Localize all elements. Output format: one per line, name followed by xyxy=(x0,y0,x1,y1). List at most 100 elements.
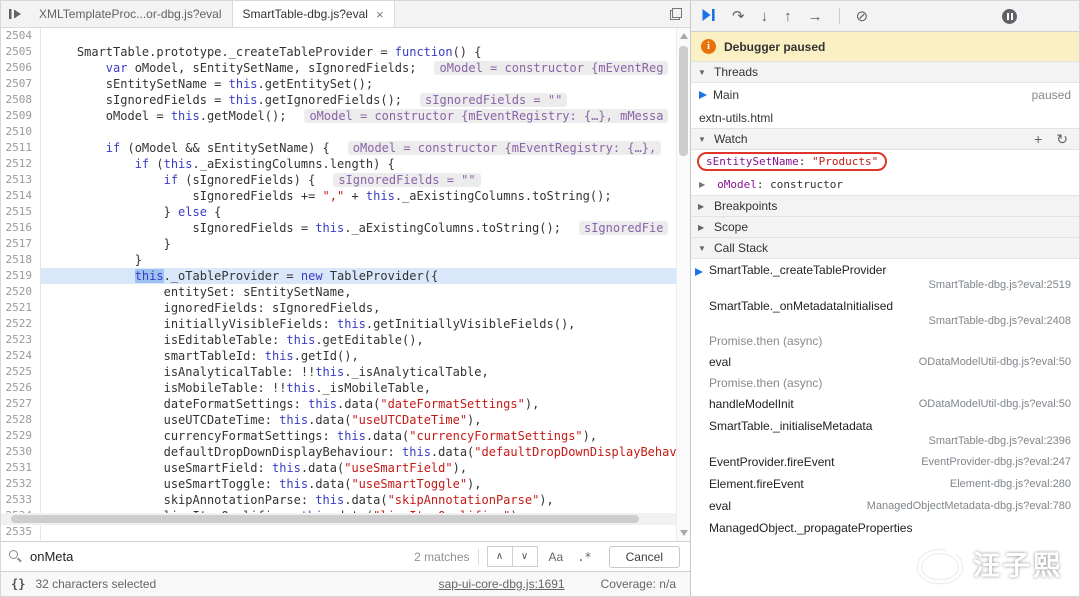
code-line[interactable]: 2513 if (sIgnoredFields) {sIgnoredFields… xyxy=(1,172,676,188)
code-line[interactable]: 2514 sIgnoredFields += "," + this._aExis… xyxy=(1,188,676,204)
step-out-button[interactable]: ↑ xyxy=(784,9,792,24)
resume-button[interactable] xyxy=(701,8,716,25)
code-line[interactable]: 2515 } else { xyxy=(1,204,676,220)
code-line[interactable]: 2523 isEditableTable: this.getEditable()… xyxy=(1,332,676,348)
horizontal-scroll-thumb[interactable] xyxy=(11,515,639,523)
call-stack-frame[interactable]: evalManagedObjectMetadata-dbg.js?eval:78… xyxy=(691,495,1079,517)
line-number[interactable]: 2531 xyxy=(1,460,41,476)
previous-match-button[interactable]: ∧ xyxy=(487,546,513,567)
scope-section-header[interactable]: ▶ Scope xyxy=(691,216,1079,238)
threads-section-header[interactable]: ▼ Threads xyxy=(691,61,1079,83)
line-number[interactable]: 2519 xyxy=(1,268,41,284)
code-line[interactable]: 2532 useSmartToggle: this.data("useSmart… xyxy=(1,476,676,492)
code-line[interactable]: 2535 xyxy=(1,524,676,540)
code-line[interactable]: 2529 currencyFormatSettings: this.data("… xyxy=(1,428,676,444)
line-number[interactable]: 2506 xyxy=(1,60,41,76)
line-number[interactable]: 2507 xyxy=(1,76,41,92)
code-editor[interactable]: 25042505 SmartTable.prototype._createTab… xyxy=(1,28,690,541)
code-line[interactable]: 2504 xyxy=(1,28,676,44)
line-number[interactable]: 2532 xyxy=(1,476,41,492)
line-number[interactable]: 2517 xyxy=(1,236,41,252)
tab-smarttable[interactable]: SmartTable-dbg.js?eval × xyxy=(233,1,395,27)
call-stack-frame[interactable]: handleModelInitODataModelUtil-dbg.js?eva… xyxy=(691,393,1079,415)
line-number[interactable]: 2524 xyxy=(1,348,41,364)
line-number[interactable]: 2523 xyxy=(1,332,41,348)
code-line[interactable]: 2522 initiallyVisibleFields: this.getIni… xyxy=(1,316,676,332)
vertical-scrollbar[interactable] xyxy=(676,28,690,541)
regex-toggle[interactable]: .* xyxy=(574,550,594,564)
line-number[interactable]: 2525 xyxy=(1,364,41,380)
line-number[interactable]: 2508 xyxy=(1,92,41,108)
code-line[interactable]: 2508 sIgnoredFields = this.getIgnoredFie… xyxy=(1,92,676,108)
code-line[interactable]: 2531 useSmartField: this.data("useSmartF… xyxy=(1,460,676,476)
code-line[interactable]: 2517 } xyxy=(1,236,676,252)
add-watch-expression-button[interactable]: + xyxy=(1030,132,1046,146)
tab-xmltemplateprocessor[interactable]: XMLTemplateProc...or-dbg.js?eval xyxy=(29,1,233,27)
match-case-toggle[interactable]: Aa xyxy=(546,550,567,564)
call-stack-frame[interactable]: evalODataModelUtil-dbg.js?eval:50 xyxy=(691,351,1079,373)
line-number[interactable]: 2514 xyxy=(1,188,41,204)
deactivate-breakpoints-button[interactable]: ⊘ xyxy=(856,9,869,24)
line-number[interactable]: 2529 xyxy=(1,428,41,444)
watch-expression[interactable]: sEntitySetName: "Products" xyxy=(691,150,1079,173)
line-number[interactable]: 2527 xyxy=(1,396,41,412)
code-line[interactable]: 2525 isAnalyticalTable: !!this._isAnalyt… xyxy=(1,364,676,380)
line-number[interactable]: 2509 xyxy=(1,108,41,124)
code-line[interactable]: 2516 sIgnoredFields = this._aExistingCol… xyxy=(1,220,676,236)
code-line[interactable]: 2528 useUTCDateTime: this.data("useUTCDa… xyxy=(1,412,676,428)
pause-on-exceptions-button[interactable] xyxy=(1002,9,1017,24)
call-stack-frame[interactable]: ManagedObject._propagateProperties xyxy=(691,517,1079,539)
pretty-print-icon[interactable]: {} xyxy=(11,577,25,591)
line-number[interactable]: 2512 xyxy=(1,156,41,172)
code-line[interactable]: 2510 xyxy=(1,124,676,140)
code-line[interactable]: 2524 smartTableId: this.getId(), xyxy=(1,348,676,364)
chevron-right-icon[interactable]: ▶ xyxy=(699,180,705,189)
call-stack-frame[interactable]: SmartTable._onMetadataInitialisedSmartTa… xyxy=(691,295,1079,331)
line-number[interactable]: 2516 xyxy=(1,220,41,236)
call-stack-frame[interactable]: Element.fireEventElement-dbg.js?eval:280 xyxy=(691,473,1079,495)
next-match-button[interactable]: ∨ xyxy=(512,546,538,567)
step-into-button[interactable]: ↓ xyxy=(761,9,769,24)
code-line[interactable]: 2521 ignoredFields: sIgnoredFields, xyxy=(1,300,676,316)
line-number[interactable]: 2520 xyxy=(1,284,41,300)
code-line[interactable]: 2530 defaultDropDownDisplayBehaviour: th… xyxy=(1,444,676,460)
code-line[interactable]: 2520 entitySet: sEntitySetName, xyxy=(1,284,676,300)
line-number[interactable]: 2533 xyxy=(1,492,41,508)
line-number[interactable]: 2522 xyxy=(1,316,41,332)
refresh-watch-icon[interactable]: ↻ xyxy=(1052,132,1072,146)
code-line[interactable]: 2507 sEntitySetName = this.getEntitySet(… xyxy=(1,76,676,92)
code-line[interactable]: 2506 var oModel, sEntitySetName, sIgnore… xyxy=(1,60,676,76)
code-line[interactable]: 2526 isMobileTable: !!this._isMobileTabl… xyxy=(1,380,676,396)
more-tabs-button[interactable] xyxy=(670,1,682,27)
scroll-up-arrow-icon[interactable] xyxy=(680,33,688,39)
line-number[interactable]: 2521 xyxy=(1,300,41,316)
code-line[interactable]: 2505 SmartTable.prototype._createTablePr… xyxy=(1,44,676,60)
line-number[interactable]: 2528 xyxy=(1,412,41,428)
code-line[interactable]: 2519 this._oTableProvider = new TablePro… xyxy=(1,268,676,284)
line-number[interactable]: 2518 xyxy=(1,252,41,268)
call-stack-frame[interactable]: EventProvider.fireEventEventProvider-dbg… xyxy=(691,451,1079,473)
line-number[interactable]: 2526 xyxy=(1,380,41,396)
file-location-link[interactable]: sap-ui-core-dbg.js:1691 xyxy=(439,577,565,591)
code-line[interactable]: 2512 if (this._aExistingColumns.length) … xyxy=(1,156,676,172)
step-button[interactable]: → xyxy=(808,9,823,24)
cancel-button[interactable]: Cancel xyxy=(609,546,680,568)
step-over-button[interactable]: ↷ xyxy=(732,9,745,24)
call-stack-frame[interactable]: SmartTable._createTableProviderSmartTabl… xyxy=(691,259,1079,295)
horizontal-scrollbar[interactable] xyxy=(1,513,676,525)
code-line[interactable]: 2511 if (oModel && sEntitySetName) {oMod… xyxy=(1,140,676,156)
line-number[interactable]: 2510 xyxy=(1,124,41,140)
code-line[interactable]: 2509 oModel = this.getModel();oModel = c… xyxy=(1,108,676,124)
call-stack-frame[interactable]: SmartTable._initialiseMetadataSmartTable… xyxy=(691,415,1079,451)
line-number[interactable]: 2530 xyxy=(1,444,41,460)
line-number[interactable]: 2505 xyxy=(1,44,41,60)
watch-expression[interactable]: ▶oModel: constructor xyxy=(691,173,1079,196)
vertical-scroll-thumb[interactable] xyxy=(679,46,688,156)
thread-item[interactable]: extn-utils.html xyxy=(691,106,1079,129)
code-line[interactable]: 2518 } xyxy=(1,252,676,268)
line-number[interactable]: 2504 xyxy=(1,28,41,44)
code-line[interactable]: 2533 skipAnnotationParse: this.data("ski… xyxy=(1,492,676,508)
scroll-down-arrow-icon[interactable] xyxy=(680,530,688,536)
show-navigator-button[interactable] xyxy=(1,1,29,27)
line-number[interactable]: 2511 xyxy=(1,140,41,156)
